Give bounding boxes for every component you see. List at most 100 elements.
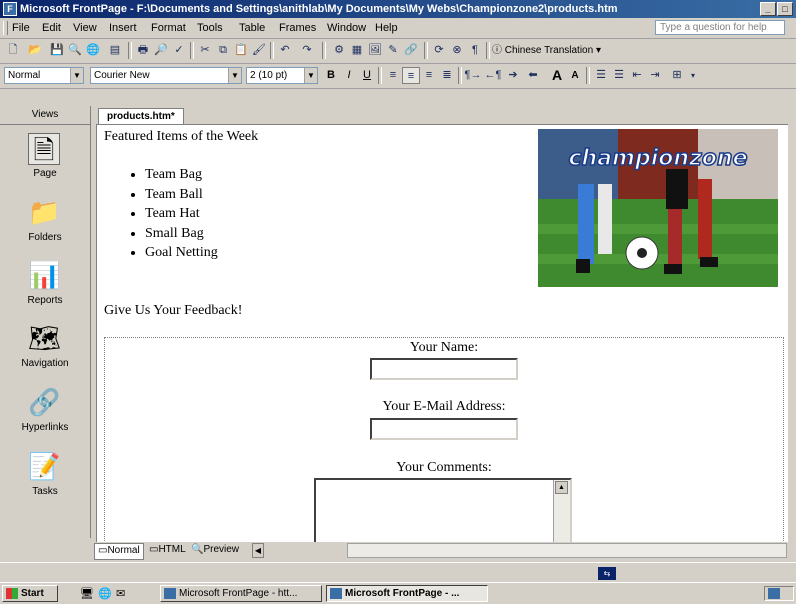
publish-icon[interactable]: 🌐 [84, 42, 102, 59]
rtl-icon[interactable]: ←¶ [484, 67, 502, 84]
ltr-icon[interactable]: ¶→ [464, 67, 482, 84]
chevron-down-icon[interactable]: ▾ [684, 67, 702, 84]
chevron-down-icon[interactable]: ▼ [70, 68, 83, 83]
scroll-left-icon[interactable]: ◀ [252, 543, 264, 558]
italic-icon[interactable]: I [340, 67, 358, 84]
style-select[interactable]: Normal ▼ [4, 67, 84, 84]
task-frontpage-2[interactable]: Microsoft FrontPage - ... [326, 585, 488, 602]
numbering-icon[interactable]: ☰ [592, 67, 610, 84]
system-tray [764, 586, 794, 601]
menu-table[interactable]: Table [237, 21, 267, 35]
spelling-icon[interactable]: ✓ [170, 42, 188, 59]
copy-icon[interactable]: ⧉ [214, 42, 232, 59]
arrow-left-icon[interactable]: ⬅ [524, 67, 542, 84]
quicklaunch-icon[interactable]: ✉ [116, 587, 125, 600]
championzone-logo: championzone [568, 146, 747, 171]
insert-picture-icon[interactable]: 🖼 [366, 42, 384, 59]
menu-view[interactable]: View [71, 21, 99, 35]
editor-scrollbar[interactable] [788, 124, 796, 542]
standard-toolbar: 🗋 📂 💾 🔍 🌐 ▤ 🖶 🔎 ✓ ✂ ⧉ 📋 🖌 ↶ ↷ ⚙ ▦ 🖼 ✎ 🔗 … [0, 39, 796, 64]
hero-image[interactable]: championzone [538, 129, 778, 287]
undo-icon[interactable]: ↶ [276, 42, 294, 59]
save-icon[interactable]: 💾 [48, 42, 66, 59]
font-size-select[interactable]: 2 (10 pt) ▼ [246, 67, 318, 84]
start-button[interactable]: Start [2, 585, 58, 602]
bullets-icon[interactable]: ☰ [610, 67, 628, 84]
stop-icon[interactable]: ⊗ [448, 42, 466, 59]
view-folders[interactable]: 📁 Folders [0, 196, 90, 256]
connection-icon[interactable]: ⇆ [598, 567, 616, 580]
tab-products[interactable]: products.htm* [98, 108, 184, 125]
decrease-indent-icon[interactable]: ⇤ [628, 67, 646, 84]
insert-table-icon[interactable]: ▦ [348, 42, 366, 59]
justify-icon[interactable]: ≣ [438, 67, 456, 84]
view-tasks[interactable]: 📝 Tasks [0, 450, 90, 510]
redo-icon[interactable]: ↷ [298, 42, 316, 59]
hyperlink-icon[interactable]: 🔗 [402, 42, 420, 59]
desktop-icon[interactable]: 🖥 [80, 587, 94, 600]
print-icon[interactable]: 🖶 [134, 42, 152, 59]
view-reports[interactable]: 📊 Reports [0, 259, 90, 319]
maximize-button[interactable]: □ [777, 2, 793, 16]
task-frontpage-1[interactable]: Microsoft FrontPage - htt... [160, 585, 322, 602]
email-field[interactable] [370, 418, 518, 440]
view-hyperlinks[interactable]: 🔗 Hyperlinks [0, 386, 90, 446]
comments-textarea[interactable]: ▲ [314, 478, 572, 543]
menu-tools[interactable]: Tools [195, 21, 225, 35]
cut-icon[interactable]: ✂ [196, 42, 214, 59]
tab-preview[interactable]: 🔍Preview [188, 543, 242, 558]
web-component-icon[interactable]: ⚙ [330, 42, 348, 59]
chevron-down-icon[interactable]: ▼ [228, 68, 241, 83]
frontpage-icon [330, 588, 342, 599]
new-page-icon[interactable]: 🗋 [4, 42, 22, 59]
name-field[interactable] [370, 358, 518, 380]
menu-edit[interactable]: Edit [40, 21, 63, 35]
refresh-icon[interactable]: ⟳ [430, 42, 448, 59]
chevron-down-icon[interactable]: ▼ [304, 68, 317, 83]
ask-question-input[interactable]: Type a question for help [655, 20, 785, 35]
open-icon[interactable]: 📂 [26, 42, 44, 59]
comments-scrollbar[interactable]: ▲ [553, 480, 570, 543]
align-center-icon[interactable]: ≡ [402, 67, 420, 84]
taskbar: Start 🖥 🌐 ✉ Microsoft FrontPage - htt...… [0, 582, 796, 604]
ie-icon[interactable]: 🌐 [98, 587, 112, 600]
frontpage-app-icon[interactable]: F [3, 2, 17, 16]
menu-frames[interactable]: Frames [277, 21, 318, 35]
increase-font-icon[interactable]: A [548, 67, 566, 84]
align-left-icon[interactable]: ≡ [384, 67, 402, 84]
language-icon[interactable] [768, 588, 780, 599]
increase-indent-icon[interactable]: ⇥ [646, 67, 664, 84]
translation-button[interactable]: ⓘ Chinese Translation ▾ [492, 42, 601, 59]
preview-view-icon: 🔍 [191, 544, 204, 555]
arrow-right-icon[interactable]: ➔ [504, 67, 522, 84]
align-right-icon[interactable]: ≡ [420, 67, 438, 84]
menu-window[interactable]: Window [325, 21, 368, 35]
soccer-photo: championzone [538, 129, 778, 287]
menu-insert[interactable]: Insert [107, 21, 139, 35]
tab-normal[interactable]: ▭Normal [94, 543, 144, 560]
underline-icon[interactable]: U [358, 67, 376, 84]
menubar-grip[interactable] [3, 21, 8, 35]
view-page[interactable]: 🗎 Page [0, 132, 90, 192]
minimize-button[interactable]: _ [760, 2, 776, 16]
menu-format[interactable]: Format [149, 21, 188, 35]
page-editor[interactable]: Featured Items of the Week Team Bag Team… [96, 124, 790, 544]
format-painter-icon[interactable]: 🖌 [250, 42, 268, 59]
scroll-up-icon[interactable]: ▲ [555, 481, 568, 494]
drawing-icon[interactable]: ✎ [384, 42, 402, 59]
font-select[interactable]: Courier New ▼ [90, 67, 242, 84]
list-item: Team Bag [145, 165, 218, 185]
toggle-pane-icon[interactable]: ▤ [106, 42, 124, 59]
menu-file[interactable]: File [10, 21, 32, 35]
view-navigation[interactable]: 🗺 Navigation [0, 322, 90, 382]
horizontal-scrollbar[interactable] [347, 543, 787, 558]
bold-icon[interactable]: B [322, 67, 340, 84]
preview-icon[interactable]: 🔎 [152, 42, 170, 59]
search-icon[interactable]: 🔍 [66, 42, 84, 59]
tasks-icon: 📝 [28, 451, 61, 481]
show-all-icon[interactable]: ¶ [466, 42, 484, 59]
tab-html[interactable]: ▭HTML [146, 543, 189, 558]
decrease-font-icon[interactable]: A [566, 67, 584, 84]
paste-icon[interactable]: 📋 [232, 42, 250, 59]
menu-help[interactable]: Help [373, 21, 400, 35]
